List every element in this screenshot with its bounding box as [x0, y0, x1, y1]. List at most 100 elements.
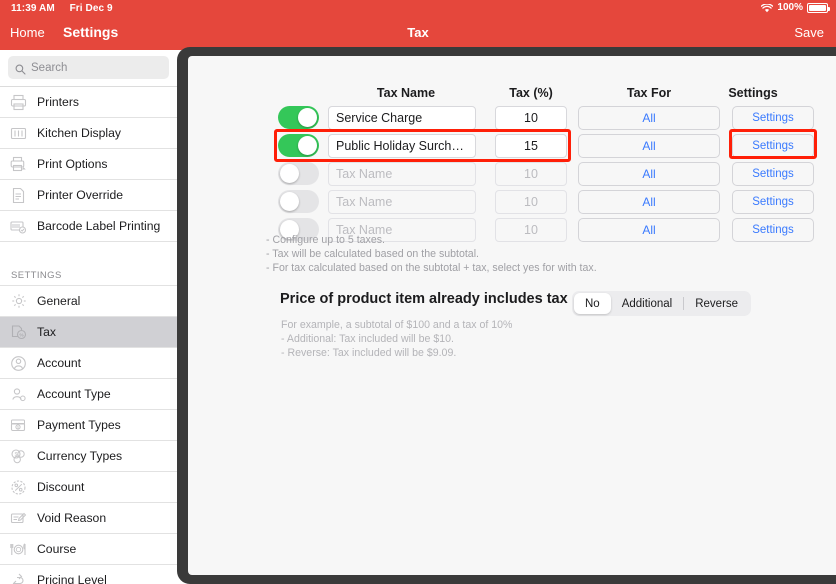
barcode-icon — [9, 217, 28, 236]
tax-note-line: - Tax will be calculated based on the su… — [266, 248, 479, 260]
tax-for-button[interactable]: All — [578, 161, 720, 186]
row-settings-button[interactable]: Settings — [732, 189, 814, 214]
search-icon — [15, 62, 26, 75]
wifi-icon — [761, 3, 774, 13]
segment-no[interactable]: No — [574, 293, 611, 314]
sidebar-item-printer-override[interactable]: Printer Override — [0, 180, 177, 211]
status-date: Fri Dec 9 — [69, 3, 113, 14]
row-settings-button[interactable]: Settings — [732, 105, 814, 130]
sidebar-item-label: Tax — [37, 325, 56, 339]
sidebar-item-course[interactable]: Course — [0, 534, 177, 565]
sidebar-item-label: Kitchen Display — [37, 126, 121, 140]
sidebar-item-general[interactable]: General — [0, 286, 177, 317]
sidebar-item-label: Printer Override — [37, 188, 124, 202]
tax-for-button[interactable]: All — [578, 133, 720, 158]
sidebar-item-kitchen-display[interactable]: Kitchen Display — [0, 118, 177, 149]
row-settings-button[interactable]: Settings — [732, 161, 814, 186]
inclusive-tax-title: Price of product item already includes t… — [280, 291, 568, 307]
device-frame: Tax Name Tax (%) Tax For Settings Servic… — [177, 47, 836, 584]
status-bar: 11:39 AM Fri Dec 9 100% — [0, 0, 836, 18]
sidebar-item-account-type[interactable]: Account Type — [0, 379, 177, 410]
tax-percent-input[interactable]: 15 — [495, 133, 567, 158]
sidebar-item-barcode-label-printing[interactable]: Barcode Label Printing — [0, 211, 177, 242]
search-input[interactable]: Search — [8, 56, 169, 79]
tax-note-line: - For tax calculated based on the subtot… — [266, 262, 597, 274]
tax-for-button[interactable]: All — [578, 217, 720, 242]
sidebar-item-label: General — [37, 294, 81, 308]
sidebar-group-printing: Printers Kitchen Display Print Options P… — [0, 86, 177, 242]
column-header-settings: Settings — [728, 86, 778, 100]
sidebar-item-account[interactable]: Account — [0, 348, 177, 379]
status-time: 11:39 AM — [11, 3, 55, 14]
tax-for-button[interactable]: All — [578, 105, 720, 130]
sidebar-item-label: Payment Types — [37, 418, 121, 432]
tax-note-line: - Configure up to 5 taxes. — [266, 234, 385, 246]
save-button[interactable]: Save — [794, 25, 824, 40]
sidebar-item-payment-types[interactable]: $ Payment Types — [0, 410, 177, 441]
column-header-tax-name: Tax Name — [376, 86, 436, 100]
print-options-icon — [9, 155, 28, 174]
sidebar-item-tax[interactable]: % Tax — [0, 317, 177, 348]
sidebar-item-label: Discount — [37, 480, 85, 494]
sidebar-item-label: Barcode Label Printing — [37, 219, 161, 233]
row-settings-button[interactable]: Settings — [732, 217, 814, 242]
segment-reverse[interactable]: Reverse — [684, 293, 749, 314]
example-line: For example, a subtotal of $100 and a ta… — [281, 319, 513, 331]
tax-notes: - Configure up to 5 taxes. - Tax will be… — [266, 233, 597, 275]
tax-percent-input[interactable]: 10 — [495, 105, 567, 130]
sidebar-item-print-options[interactable]: Print Options — [0, 149, 177, 180]
discount-icon — [9, 478, 28, 497]
search-placeholder: Search — [31, 61, 68, 74]
account-icon — [9, 354, 28, 373]
sidebar-item-label: Account Type — [37, 387, 111, 401]
printer-icon — [9, 93, 28, 112]
sidebar-section-header: SETTINGS — [0, 262, 177, 286]
inclusive-tax-segmented-control: No Additional Reverse — [572, 291, 752, 316]
svg-text:$: $ — [17, 425, 19, 429]
tax-icon: % — [9, 323, 28, 342]
sidebar-item-currency-types[interactable]: $ Currency Types — [0, 441, 177, 472]
search-container: Search — [0, 50, 177, 86]
sidebar-item-pricing-level[interactable]: Pricing Level — [0, 565, 177, 584]
tax-name-input[interactable]: Service Charge — [328, 105, 476, 130]
sidebar-item-label: Currency Types — [37, 449, 123, 463]
tax-enable-toggle[interactable] — [278, 106, 319, 129]
tax-enable-toggle[interactable] — [278, 190, 319, 213]
sidebar-item-label: Void Reason — [37, 511, 107, 525]
pricing-level-icon — [9, 571, 28, 584]
tax-enable-toggle[interactable] — [278, 134, 319, 157]
sidebar-item-void-reason[interactable]: Void Reason — [0, 503, 177, 534]
tax-name-input[interactable]: Tax Name — [328, 161, 476, 186]
nav-bar: Home Settings Tax Save — [0, 18, 836, 50]
sidebar-item-label: Pricing Level — [37, 573, 107, 584]
tax-percent-input[interactable]: 10 — [495, 161, 567, 186]
sidebar-item-label: Course — [37, 542, 77, 556]
sidebar-spacer — [0, 242, 177, 262]
sidebar-item-printers[interactable]: Printers — [0, 87, 177, 118]
row-settings-button[interactable]: Settings — [732, 133, 814, 158]
tax-enable-toggle[interactable] — [278, 162, 319, 185]
printer-override-icon — [9, 186, 28, 205]
app-root: 11:39 AM Fri Dec 9 100% Home Settings Ta… — [0, 0, 836, 584]
example-line: - Additional: Tax included will be $10. — [281, 333, 454, 345]
tax-name-input[interactable]: Public Holiday Surch… — [328, 133, 476, 158]
tax-name-input[interactable]: Tax Name — [328, 189, 476, 214]
column-header-tax-percent: Tax (%) — [509, 86, 553, 100]
currency-types-icon: $ — [9, 447, 28, 466]
sidebar-item-label: Printers — [37, 95, 79, 109]
page-title: Tax — [407, 25, 429, 40]
status-right: 100% — [761, 2, 830, 13]
segment-additional[interactable]: Additional — [611, 293, 684, 314]
tax-percent-input[interactable]: 10 — [495, 189, 567, 214]
inclusive-tax-example: For example, a subtotal of $100 and a ta… — [281, 318, 512, 360]
gear-icon — [9, 292, 28, 311]
battery-percent: 100% — [777, 2, 803, 13]
sidebar-item-label: Print Options — [37, 157, 108, 171]
sidebar-item-label: Account — [37, 356, 82, 370]
tax-for-button[interactable]: All — [578, 189, 720, 214]
tax-settings-panel: Tax Name Tax (%) Tax For Settings Servic… — [188, 56, 836, 575]
kitchen-display-icon — [9, 124, 28, 143]
sidebar: Search Printers Kitchen Display Print Op… — [0, 50, 177, 584]
course-icon — [9, 540, 28, 559]
sidebar-item-discount[interactable]: Discount — [0, 472, 177, 503]
